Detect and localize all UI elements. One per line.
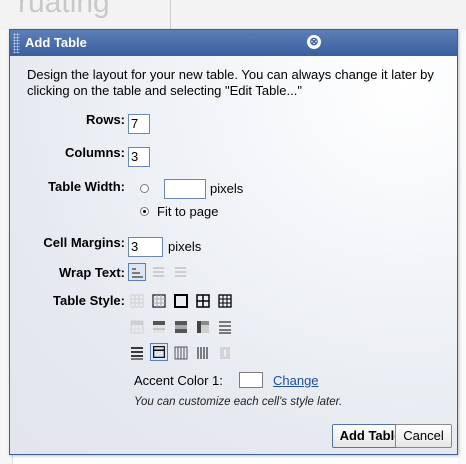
change-accent-link[interactable]: Change — [273, 373, 319, 388]
cell-margins-unit: pixels — [168, 239, 202, 254]
table-style-grid-dark-icon[interactable] — [194, 292, 212, 310]
table-style-label: Table Style: — [52, 293, 125, 308]
table-style-disabled-icon[interactable] — [216, 344, 234, 362]
pixels-radio[interactable] — [140, 184, 149, 193]
fit-to-page-label: Fit to page — [157, 204, 219, 219]
table-width-label: Table Width: — [48, 179, 125, 194]
table-style-header-column-icon[interactable] — [194, 318, 212, 336]
table-style-rule-lines-icon[interactable] — [128, 344, 146, 362]
table-width-input[interactable] — [164, 179, 206, 199]
wrap-text-label: Wrap Text: — [59, 265, 125, 280]
customize-note: You can customize each cell's style late… — [134, 396, 343, 408]
table-style-header-dark-icon[interactable] — [150, 318, 168, 336]
close-icon[interactable]: ⊗ — [307, 35, 321, 49]
wrap-text-icon[interactable] — [128, 263, 146, 281]
accent-color-swatch[interactable] — [239, 372, 263, 388]
shrink-text-icon[interactable] — [172, 263, 190, 281]
table-width-unit: pixels — [210, 181, 244, 196]
dialog-description: Design the layout for your new table. Yo… — [27, 67, 434, 98]
columns-label: Columns: — [65, 145, 125, 160]
dialog-titlebar[interactable]: Add Table ⊗ — [10, 30, 457, 56]
rows-label: Rows: — [86, 112, 125, 127]
table-style-grid-light-icon[interactable] — [128, 292, 146, 310]
cell-margins-label: Cell Margins: — [43, 235, 125, 250]
table-style-banded-icon[interactable] — [172, 318, 190, 336]
cancel-button[interactable]: Cancel — [395, 424, 452, 448]
table-style-grid-outlined-icon[interactable] — [150, 292, 168, 310]
table-style-framed-header-icon[interactable] — [150, 343, 168, 361]
fit-to-page-radio[interactable] — [140, 207, 149, 216]
columns-input[interactable]: 3 — [128, 147, 150, 167]
table-style-header-light-icon[interactable] — [128, 318, 146, 336]
table-style-box-icon[interactable] — [172, 292, 190, 310]
table-style-column-lines-icon[interactable] — [194, 344, 212, 362]
background-divider — [170, 0, 171, 30]
background-right-panel — [458, 30, 466, 464]
table-style-grid-full-icon[interactable] — [216, 292, 234, 310]
cell-margins-input[interactable]: 3 — [128, 237, 163, 257]
rows-input[interactable]: 7 — [128, 114, 150, 134]
no-wrap-icon[interactable] — [150, 263, 168, 281]
table-style-lines-icon[interactable] — [216, 318, 234, 336]
accent-color-label: Accent Color 1: — [134, 373, 223, 388]
add-table-dialog: Add Table ⊗ Design the layout for your n… — [9, 29, 458, 455]
background-toolbar: ruating — [0, 0, 466, 31]
dialog-title: Add Table — [25, 35, 87, 50]
table-style-columns-icon[interactable] — [172, 344, 190, 362]
drag-grip-icon[interactable] — [13, 33, 20, 53]
dialog-body: Design the layout for your new table. Yo… — [10, 56, 457, 454]
background-heading: ruating — [18, 0, 110, 19]
